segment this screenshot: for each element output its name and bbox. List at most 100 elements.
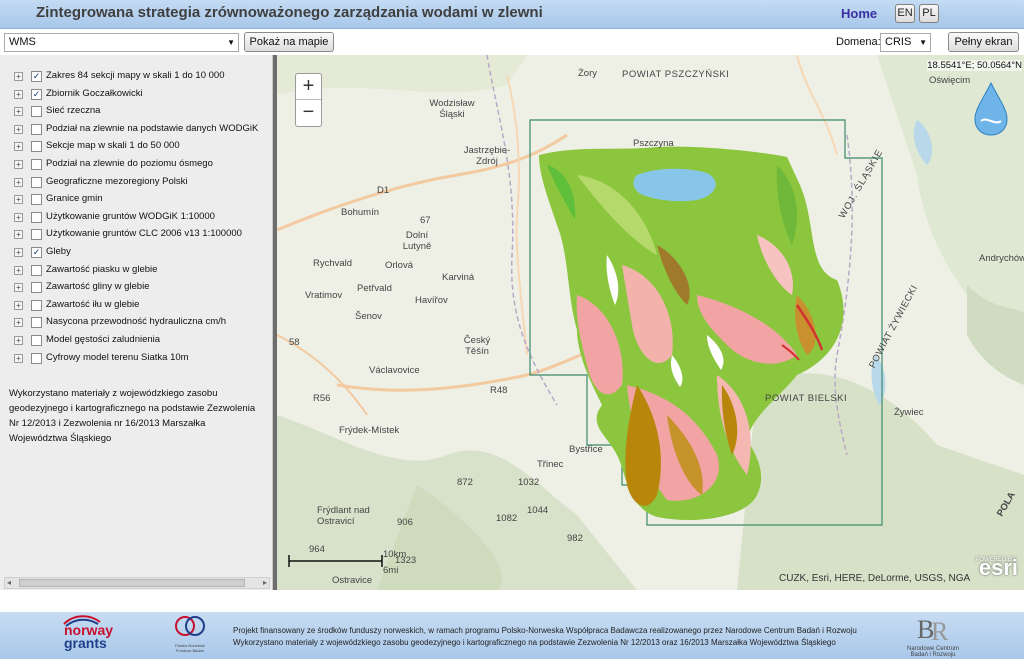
expand-icon[interactable]: + bbox=[14, 336, 23, 345]
expand-icon[interactable]: + bbox=[14, 195, 23, 205]
map-label: 1032 bbox=[518, 477, 540, 488]
layer-panel: + ✓ Zakres 84 sekcji mapy w skali 1 do 10 … bbox=[0, 55, 273, 590]
app-title: Zintegrowana strategia zrównoważonego za… bbox=[36, 4, 543, 21]
map-label: Frýdlant nad Ostravicí bbox=[317, 505, 370, 527]
service-select-value: WMS bbox=[9, 36, 36, 48]
layer-checkbox[interactable]: ✓ bbox=[31, 71, 42, 82]
map-label: Petřvald bbox=[357, 283, 392, 294]
partner-logo: Polsko-Norweski Fundusz Badań bbox=[168, 614, 212, 653]
ncbr-logo: B R Narodowe Centrum Badań i Rozwoju bbox=[898, 614, 968, 658]
layer-label: Sieć rzeczna bbox=[46, 105, 101, 117]
layer-checkbox[interactable] bbox=[31, 176, 42, 188]
expand-icon[interactable]: + bbox=[14, 265, 23, 275]
layer-label: Zawartość gliny w glebie bbox=[46, 281, 150, 293]
scale-mi-label: 6mi bbox=[383, 565, 399, 576]
home-link[interactable]: Home bbox=[841, 6, 877, 21]
esri-logo: esri bbox=[978, 555, 1018, 580]
map-label: Orlová bbox=[385, 260, 413, 271]
expand-icon[interactable]: + bbox=[14, 283, 23, 293]
layer-checkbox[interactable] bbox=[31, 317, 42, 329]
expand-icon[interactable]: + bbox=[14, 107, 23, 117]
expand-icon[interactable]: + bbox=[14, 72, 23, 81]
expand-icon[interactable]: + bbox=[14, 177, 23, 187]
map-label: Oświęcim bbox=[929, 75, 971, 86]
map-view[interactable]: Żory POWIAT PSZCZYŃSKI Oświęcim Wodzisła… bbox=[277, 55, 1024, 590]
zoom-out-button[interactable]: − bbox=[296, 100, 321, 126]
lang-pl-button[interactable]: PL bbox=[919, 4, 939, 23]
scroll-right-icon[interactable]: ▸ bbox=[263, 578, 267, 587]
expand-icon[interactable]: + bbox=[14, 142, 23, 152]
scale-km-label: 10km bbox=[383, 549, 407, 560]
map-label: R56 bbox=[313, 393, 331, 404]
layer-checkbox[interactable] bbox=[31, 159, 42, 170]
domain-select-value: CRIS bbox=[885, 36, 912, 48]
map-label: Żywiec bbox=[894, 407, 924, 418]
map-label: D1 bbox=[377, 185, 390, 196]
map-label: Šenov bbox=[355, 311, 382, 322]
map-label: Karviná bbox=[442, 272, 475, 283]
layer-checkbox[interactable] bbox=[31, 141, 42, 153]
ncbr-label: Narodowe Centrum Badań i Rozwoju bbox=[906, 646, 960, 658]
zoom-in-button[interactable]: + bbox=[296, 74, 321, 100]
expand-icon[interactable]: + bbox=[14, 248, 23, 257]
expand-icon[interactable]: + bbox=[14, 160, 23, 169]
layer-label: Cyfrowy model terenu Siatka 10m bbox=[46, 351, 189, 363]
layer-checkbox[interactable] bbox=[31, 299, 42, 311]
map-label: 1044 bbox=[527, 505, 549, 516]
scrollbar-thumb[interactable] bbox=[19, 579, 245, 587]
footer-text-line-2: Wykorzystano materiały z wojewódzkiego z… bbox=[233, 638, 836, 647]
layer-label: Gleby bbox=[46, 246, 71, 257]
layer-label: Zawartość iłu w glebie bbox=[46, 298, 140, 310]
map-label: 906 bbox=[397, 517, 413, 528]
layer-checkbox[interactable] bbox=[31, 264, 42, 276]
map-label: Żory bbox=[578, 68, 597, 79]
layer-checkbox[interactable] bbox=[31, 106, 42, 118]
partner-label: Polsko-Norweski Fundusz Badań bbox=[175, 643, 205, 653]
map-label: Český Těšín bbox=[463, 335, 491, 357]
expand-icon[interactable]: + bbox=[14, 212, 23, 222]
layer-label: Użytkowanie gruntów CLC 2006 v13 1:10000… bbox=[46, 228, 242, 240]
coordinate-readout: 18.5541°E; 50.0564°N bbox=[927, 60, 1022, 71]
layer-checkbox[interactable]: ✓ bbox=[31, 247, 42, 258]
fullscreen-button[interactable]: Pełny ekran bbox=[948, 32, 1019, 52]
layer-checkbox[interactable] bbox=[31, 352, 42, 364]
layer-label: Zbiornik Goczałkowicki bbox=[46, 87, 143, 99]
layer-label: Nasycona przewodność hydrauliczna cm/h bbox=[46, 316, 227, 328]
layer-label: Zawartość piasku w glebie bbox=[46, 263, 158, 275]
map-label: Pszczyna bbox=[633, 138, 674, 149]
layer-checkbox[interactable] bbox=[31, 211, 42, 223]
expand-icon[interactable]: + bbox=[14, 353, 23, 363]
zoom-control: + − bbox=[295, 73, 322, 127]
horizontal-scrollbar[interactable]: ◂ ▸ bbox=[4, 577, 270, 589]
water-drop-logo bbox=[974, 81, 1008, 136]
layer-checkbox[interactable] bbox=[31, 335, 42, 346]
chevron-down-icon: ▼ bbox=[919, 38, 927, 47]
service-select[interactable]: WMS ▼ bbox=[4, 33, 239, 52]
scroll-left-icon[interactable]: ◂ bbox=[7, 578, 11, 587]
expand-icon[interactable]: + bbox=[14, 124, 23, 134]
map-label: POWIAT BIELSKI bbox=[765, 393, 848, 404]
domain-select[interactable]: CRIS ▼ bbox=[880, 33, 931, 52]
layer-checkbox[interactable]: ✓ bbox=[31, 88, 42, 100]
layer-label: Model gęstości zaludnienia bbox=[46, 334, 161, 345]
show-on-map-button[interactable]: Pokaż na mapie bbox=[244, 32, 334, 52]
layer-checkbox[interactable] bbox=[31, 123, 42, 135]
map-label: Andrychów bbox=[979, 253, 1024, 264]
layer-checkbox[interactable] bbox=[31, 229, 42, 241]
grants-word: grants bbox=[64, 635, 107, 651]
footer-text-line-1: Projekt finansowany ze środków funduszy … bbox=[233, 626, 857, 635]
lang-en-button[interactable]: EN bbox=[895, 4, 915, 23]
expand-icon[interactable]: + bbox=[14, 300, 23, 310]
map-label: 872 bbox=[457, 477, 473, 488]
expand-icon[interactable]: + bbox=[14, 230, 23, 240]
map-label: Havířov bbox=[415, 295, 448, 306]
layer-label: Granice gmin bbox=[46, 193, 103, 205]
map-label: Bohumín bbox=[341, 207, 380, 218]
expand-icon[interactable]: + bbox=[14, 318, 23, 328]
svg-text:R: R bbox=[931, 617, 949, 644]
expand-icon[interactable]: + bbox=[14, 89, 23, 99]
chevron-down-icon: ▼ bbox=[227, 38, 235, 47]
map-label: 1082 bbox=[496, 513, 518, 524]
layer-checkbox[interactable] bbox=[31, 282, 42, 294]
layer-checkbox[interactable] bbox=[31, 194, 42, 206]
